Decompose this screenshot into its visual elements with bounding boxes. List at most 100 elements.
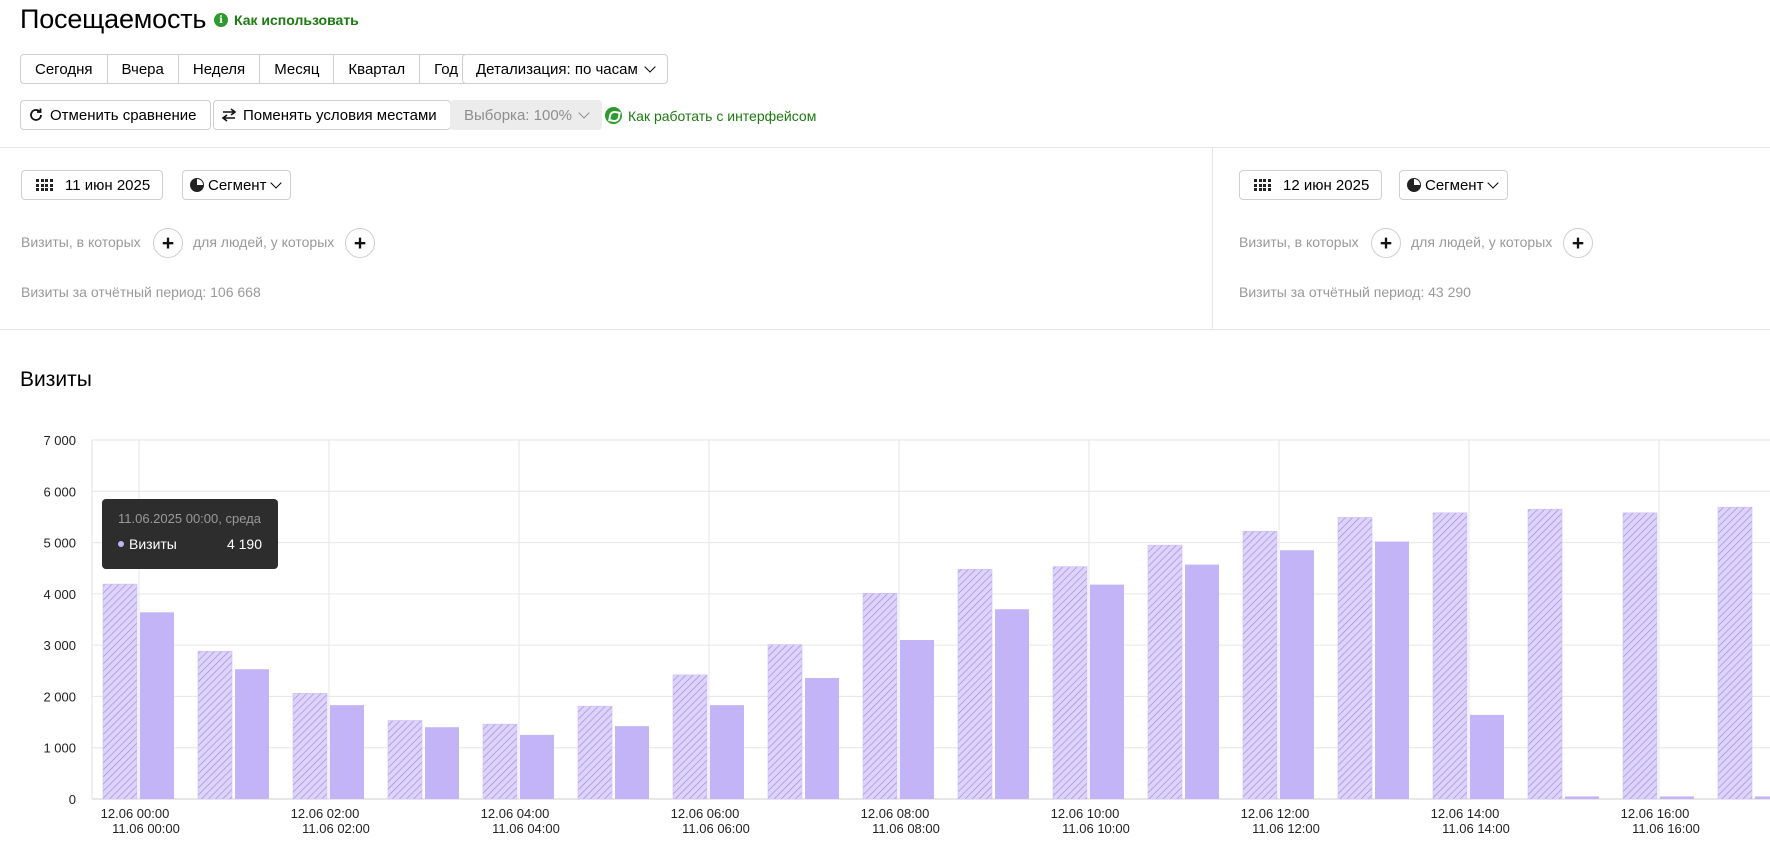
- y-tick-label: 2 000: [43, 689, 76, 704]
- chart-bar: [482, 723, 518, 800]
- chevron-down-icon: [578, 106, 590, 119]
- tab-week[interactable]: Неделя: [179, 55, 261, 83]
- column-divider: [1212, 148, 1213, 329]
- chart-bar: [957, 568, 993, 800]
- x-tick-label: 11.06 16:00: [1632, 821, 1700, 836]
- chart-bar: [330, 705, 364, 799]
- chart-bar: [672, 674, 708, 800]
- chart-bar: [1717, 506, 1753, 800]
- chart-bar: [1090, 584, 1124, 799]
- chart-bar: [710, 705, 744, 799]
- chart-bar: [1622, 512, 1658, 800]
- chart-bar: [1755, 796, 1770, 799]
- page-title: Посещаемость: [20, 4, 207, 34]
- divider: [0, 329, 1770, 330]
- chart-bar: [1527, 508, 1563, 800]
- y-tick-label: 0: [69, 792, 76, 807]
- chart-bar: [1185, 564, 1219, 799]
- x-tick-label: 11.06 02:00: [302, 821, 370, 836]
- visits-where-label: Визиты, в которых: [21, 234, 141, 250]
- refresh-icon: [30, 108, 42, 121]
- add-people-condition-button[interactable]: +: [1563, 228, 1593, 258]
- visits-section-title: Визиты: [20, 368, 92, 391]
- add-visit-condition-button[interactable]: +: [1371, 228, 1401, 258]
- pie-chart-icon: [190, 178, 204, 192]
- chart-bar: [1242, 530, 1278, 800]
- x-tick-label: 11.06 04:00: [492, 821, 560, 836]
- chevron-down-icon: [1487, 176, 1500, 189]
- segment-button-right[interactable]: Сегмент: [1399, 170, 1509, 200]
- calendar-icon: [1254, 179, 1271, 191]
- tab-yesterday[interactable]: Вчера: [108, 55, 179, 83]
- add-people-condition-button[interactable]: +: [345, 228, 375, 258]
- chevron-down-icon: [644, 60, 656, 73]
- chart-bar: [1432, 512, 1468, 800]
- chart-bar: [1337, 517, 1373, 800]
- swap-conditions-button[interactable]: Поменять условия местами: [213, 100, 451, 130]
- segment-button-left[interactable]: Сегмент: [182, 170, 292, 200]
- calendar-icon: [36, 179, 53, 191]
- tab-month[interactable]: Месяц: [260, 55, 335, 83]
- compass-icon: [605, 107, 622, 124]
- date-right-label: 12 июн 2025: [1283, 176, 1370, 194]
- sample-label: Выборка: 100%: [464, 106, 572, 124]
- add-visit-condition-button[interactable]: +: [153, 228, 183, 258]
- tooltip-date: 11.06.2025 00:00, среда: [118, 511, 261, 526]
- people-where-label: для людей, у которых: [1411, 234, 1553, 250]
- y-tick-label: 3 000: [43, 638, 76, 653]
- interface-help-link[interactable]: Как работать с интерфейсом: [605, 107, 816, 124]
- x-tick-label: 12.06 00:00: [101, 806, 170, 821]
- sample-dropdown[interactable]: Выборка: 100%: [450, 100, 602, 130]
- x-tick-label: 12.06 16:00: [1621, 806, 1690, 821]
- how-to-use-label: Как использовать: [234, 12, 359, 28]
- chart-bar: [1280, 550, 1314, 799]
- plus-icon: +: [1571, 231, 1585, 255]
- chart-bar: [577, 705, 613, 800]
- swap-icon: [221, 108, 237, 122]
- chart-bar: [520, 734, 554, 799]
- chart-bar: [197, 650, 233, 800]
- tooltip-series: Визиты: [118, 536, 177, 552]
- x-tick-label: 12.06 06:00: [671, 806, 740, 821]
- info-icon: i: [214, 13, 228, 27]
- chevron-down-icon: [270, 176, 283, 189]
- interface-help-label: Как работать с интерфейсом: [628, 107, 817, 124]
- date-picker-right[interactable]: 12 июн 2025: [1239, 170, 1383, 200]
- x-tick-label: 11.06 08:00: [872, 821, 940, 836]
- series-dot: [118, 541, 124, 547]
- cancel-compare-label: Отменить сравнение: [50, 106, 197, 124]
- x-tick-label: 12.06 04:00: [481, 806, 550, 821]
- chart-bar: [235, 669, 269, 799]
- detail-dropdown[interactable]: Детализация: по часам: [462, 54, 668, 84]
- segment-left-label: Сегмент: [208, 176, 267, 194]
- how-to-use-link[interactable]: i Как использовать: [214, 12, 359, 28]
- page: { "header": { "title": "Посещаемость", "…: [0, 0, 1770, 850]
- swap-conditions-label: Поменять условия местами: [243, 106, 437, 124]
- visits-bar-chart: 0 1 000 2 000 3 000 4 000 5 000 6 000 7 000 12.0…: [43, 433, 1770, 836]
- x-tick-label: 11.06 06:00: [682, 821, 750, 836]
- x-tick-label: 12.06 12:00: [1241, 806, 1310, 821]
- y-tick-label: 7 000: [43, 433, 76, 448]
- people-where-label: для людей, у которых: [193, 234, 335, 250]
- plus-icon: +: [161, 231, 175, 255]
- chart-bar: [1660, 796, 1694, 799]
- pie-chart-icon: [1407, 178, 1421, 192]
- chart-bar: [862, 593, 898, 800]
- chart-bar: [995, 609, 1029, 799]
- tab-today[interactable]: Сегодня: [21, 55, 108, 83]
- x-tick-label: 12.06 08:00: [861, 806, 930, 821]
- period-total-right: Визиты за отчётный период: 43 290: [1239, 284, 1471, 300]
- x-tick-label: 12.06 10:00: [1051, 806, 1120, 821]
- tab-quarter[interactable]: Квартал: [334, 55, 421, 83]
- chart-bar: [1470, 714, 1504, 799]
- detail-label: Детализация: по часам: [476, 60, 638, 78]
- chart-bar: [292, 693, 328, 800]
- chart-bar: [1565, 796, 1599, 799]
- cancel-compare-button[interactable]: Отменить сравнение: [20, 100, 211, 130]
- chart-bar: [1147, 544, 1183, 800]
- chart-bar: [102, 583, 138, 800]
- date-left-label: 11 июн 2025: [65, 176, 151, 194]
- chart-bar: [1375, 541, 1409, 799]
- chart-bar: [767, 644, 803, 800]
- date-picker-left[interactable]: 11 июн 2025: [21, 170, 164, 200]
